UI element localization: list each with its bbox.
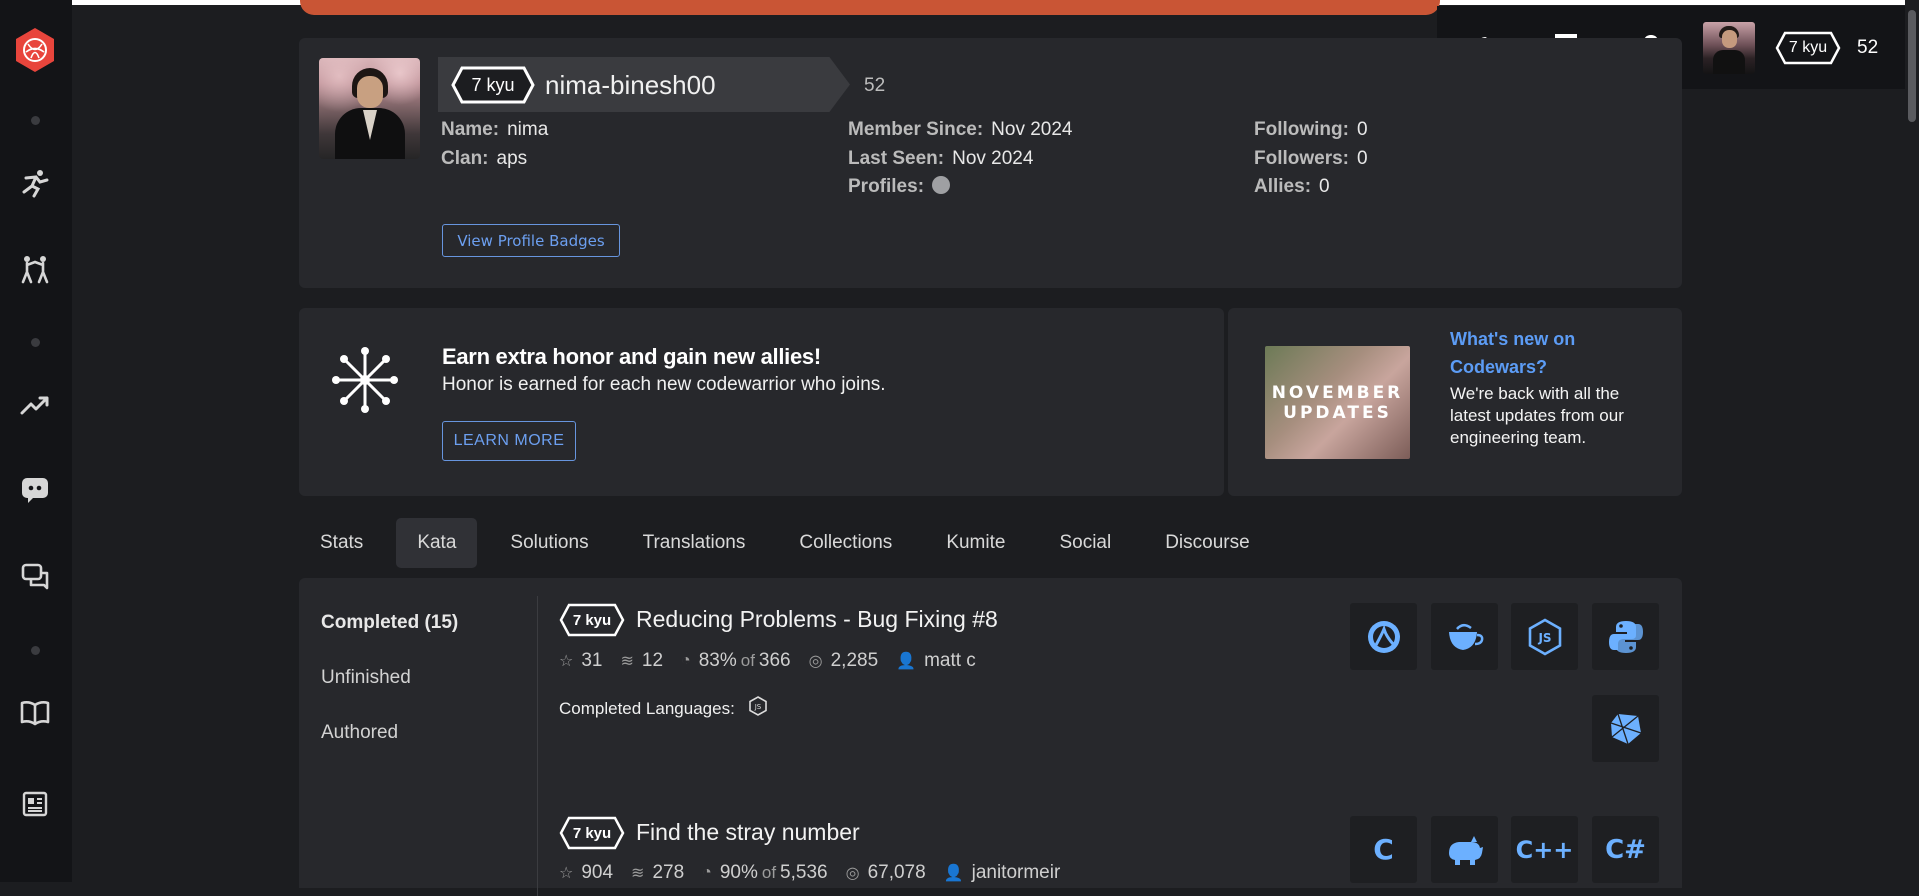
sparring-icon[interactable] <box>16 250 54 288</box>
leaderboard-trend-icon[interactable] <box>16 386 54 424</box>
kata-title-link[interactable]: Reducing Problems - Bug Fixing #8 <box>636 606 998 633</box>
profile-clan: Clan: aps <box>441 148 528 169</box>
kata-filter-nav: Completed (15) Unfinished Authored <box>321 612 458 777</box>
profile-name: Name: nima <box>441 119 549 140</box>
kata-rank-badge: 7 kyu <box>559 816 625 850</box>
docs-book-icon[interactable] <box>16 694 54 732</box>
whats-new-card: NOVEMBER UPDATES What's new on Codewars?… <box>1228 308 1682 496</box>
completions-icon: ◎ <box>845 865 860 882</box>
tab-social[interactable]: Social <box>1038 518 1132 568</box>
nav-completed[interactable]: Completed (15) <box>321 612 458 634</box>
profile-following[interactable]: Following: 0 <box>1254 119 1368 141</box>
referral-promo-card: Earn extra honor and gain new allies! Ho… <box>299 308 1224 496</box>
nav-authored[interactable]: Authored <box>321 722 458 744</box>
tab-kata[interactable]: Kata <box>396 518 478 568</box>
nav-divider <box>537 596 538 896</box>
profile-member-since: Member Since: Nov 2024 <box>848 119 1073 140</box>
satisfaction-icon: ◔ <box>681 652 691 669</box>
sidebar-separator <box>31 646 40 655</box>
csharp-icon[interactable]: C# <box>1592 816 1659 883</box>
completed-languages: Completed Languages: JS <box>559 696 767 721</box>
kata-stats: ☆ 31 ≋ 12 ◔ 83% of 366 ◎ 2,285 👤 matt c <box>559 650 976 672</box>
profile-username: nima-binesh00 <box>545 70 716 100</box>
kata-author-link[interactable]: matt c <box>924 650 976 672</box>
tab-stats[interactable]: Stats <box>299 518 384 568</box>
kata-title-link[interactable]: Find the stray number <box>636 819 860 846</box>
python-icon[interactable] <box>1592 603 1659 670</box>
completions-icon: ◎ <box>808 653 823 670</box>
cfml-icon[interactable] <box>1431 816 1498 883</box>
javascript-icon[interactable]: JS <box>748 696 767 721</box>
sidebar-separator <box>31 338 40 347</box>
author-user-icon: 👤 <box>896 653 917 670</box>
sidebar <box>0 0 72 882</box>
star-icon: ☆ <box>559 653 574 670</box>
profile-tabs: Stats Kata Solutions Translations Collec… <box>299 518 1283 568</box>
user-rank-badge: 7 kyu <box>1775 31 1841 65</box>
tab-collections[interactable]: Collections <box>778 518 913 568</box>
profile-honor: 52 <box>864 75 886 96</box>
user-avatar[interactable] <box>1703 21 1755 74</box>
profile-card: 7 kyu nima-binesh00 52 Name: nima Clan: ap… <box>299 38 1682 288</box>
scrollbar-thumb[interactable] <box>1908 10 1916 122</box>
kata-author-link[interactable]: janitormeir <box>972 862 1061 884</box>
profile-profiles: Profiles: <box>848 175 951 198</box>
promo-subtitle: Honor is earned for each new codewarrior… <box>442 374 886 395</box>
promo-title: Earn extra honor and gain new allies! <box>442 344 821 369</box>
tab-translations[interactable]: Translations <box>622 518 767 568</box>
tab-discourse[interactable]: Discourse <box>1144 518 1270 568</box>
collections-icon: ≋ <box>620 653 634 670</box>
ruby-icon[interactable] <box>1592 695 1659 762</box>
learn-more-button[interactable]: LEARN MORE <box>442 421 576 461</box>
whats-new-link[interactable]: What's new on Codewars? <box>1450 325 1650 381</box>
november-updates-image[interactable]: NOVEMBER UPDATES <box>1265 346 1410 459</box>
codewars-logo-icon[interactable] <box>12 27 58 73</box>
kata-rank-badge: 7 kyu <box>559 603 625 637</box>
clojure-icon[interactable] <box>1350 603 1417 670</box>
network-star-icon <box>330 345 400 420</box>
nav-unfinished[interactable]: Unfinished <box>321 667 458 689</box>
page-scrollbar[interactable] <box>1905 0 1919 882</box>
tab-kumite[interactable]: Kumite <box>925 518 1026 568</box>
star-icon: ☆ <box>559 865 574 882</box>
view-profile-badges-button[interactable]: View Profile Badges <box>442 224 620 257</box>
whats-new-text: We're back with all the latest updates f… <box>1450 384 1624 447</box>
sidebar-separator <box>31 116 40 125</box>
profile-last-seen: Last Seen: Nov 2024 <box>848 148 1034 169</box>
tab-solutions[interactable]: Solutions <box>489 518 609 568</box>
profile-avatar <box>319 58 420 159</box>
github-icon[interactable] <box>932 175 951 194</box>
user-honor: 52 <box>1857 36 1879 58</box>
svg-text:JS: JS <box>1537 631 1551 645</box>
profile-followers[interactable]: Followers: 0 <box>1254 148 1368 170</box>
nodejs-icon[interactable]: JS <box>1511 603 1578 670</box>
collections-icon: ≋ <box>631 865 645 882</box>
author-user-icon: 👤 <box>943 865 964 882</box>
top-accent-banner <box>300 0 1440 15</box>
discussion-icon[interactable] <box>16 557 54 595</box>
profile-allies[interactable]: Allies: 0 <box>1254 176 1330 198</box>
svg-text:JS: JS <box>754 703 762 711</box>
kata-stats: ☆ 904 ≋ 278 ◔ 90% of 5,536 ◎ 67,078 👤 janitorme… <box>559 862 1061 884</box>
blog-news-icon[interactable] <box>16 785 54 823</box>
kata-list-card: Completed (15) Unfinished Authored 7 kyu… <box>299 578 1682 896</box>
cpp-icon[interactable]: C++ <box>1511 816 1578 883</box>
satisfaction-icon: ◔ <box>702 864 712 881</box>
c-icon[interactable]: C <box>1350 816 1417 883</box>
coffeescript-icon[interactable] <box>1431 603 1498 670</box>
discord-icon[interactable] <box>16 471 54 509</box>
profile-rank-badge: 7 kyu <box>451 66 535 104</box>
practice-icon[interactable] <box>16 164 54 202</box>
